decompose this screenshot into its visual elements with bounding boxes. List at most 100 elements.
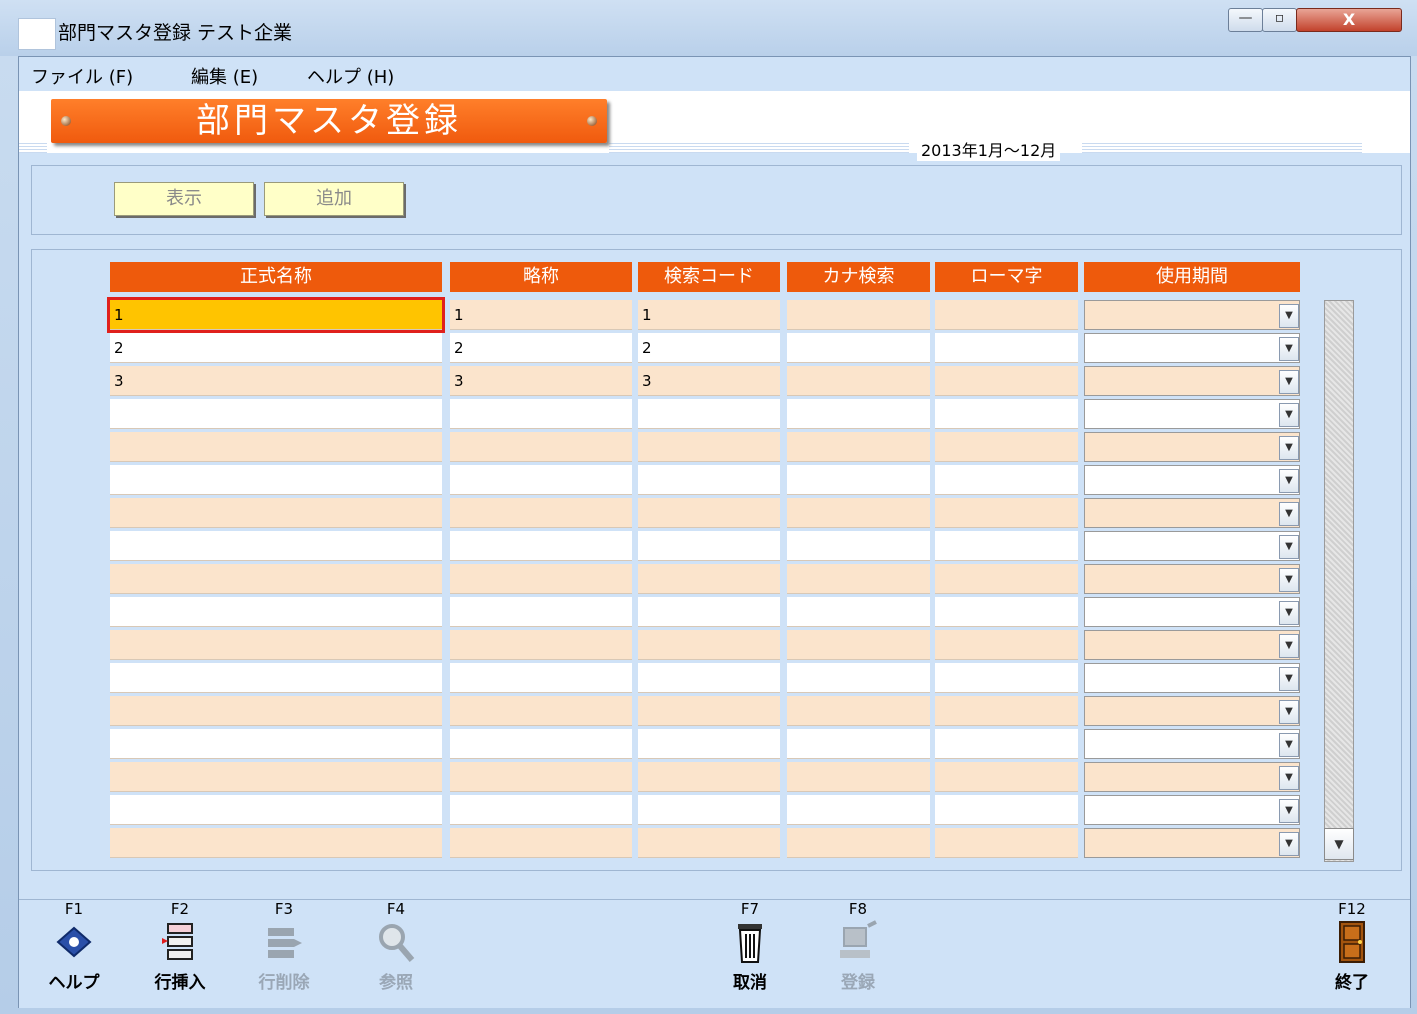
chevron-down-icon[interactable]: ▼ [1279, 766, 1299, 790]
chevron-down-icon[interactable]: ▼ [1279, 502, 1299, 526]
chevron-down-icon[interactable]: ▼ [1279, 667, 1299, 691]
short-name-cell[interactable]: 1 [450, 300, 632, 330]
period-cell[interactable]: ▼ [1084, 696, 1300, 726]
romaji-cell[interactable] [935, 333, 1078, 363]
chevron-down-icon[interactable]: ▼ [1279, 337, 1299, 361]
fkey-f2-button[interactable]: F2 行挿入 [145, 900, 215, 993]
chevron-down-icon[interactable]: ▼ [1279, 634, 1299, 658]
maximize-button[interactable]: ▫ [1262, 8, 1297, 32]
romaji-cell[interactable] [935, 366, 1078, 396]
romaji-cell[interactable] [935, 564, 1078, 594]
period-cell[interactable]: ▼ [1084, 399, 1300, 429]
search-code-cell[interactable] [638, 795, 780, 825]
show-button[interactable]: 表示 [114, 182, 254, 216]
menu-file[interactable]: ファイル (F) [31, 63, 133, 89]
search-code-cell[interactable] [638, 696, 780, 726]
chevron-down-icon[interactable]: ▼ [1279, 436, 1299, 460]
name-cell[interactable]: 3 [110, 366, 442, 396]
kana-cell[interactable] [787, 696, 930, 726]
chevron-down-icon[interactable]: ▼ [1279, 370, 1299, 394]
short-name-cell[interactable] [450, 762, 632, 792]
search-code-cell[interactable] [638, 828, 780, 858]
chevron-down-icon[interactable]: ▼ [1279, 304, 1299, 328]
chevron-down-icon[interactable]: ▼ [1279, 832, 1299, 856]
period-cell[interactable]: ▼ [1084, 300, 1300, 330]
short-name-cell[interactable] [450, 696, 632, 726]
search-code-cell[interactable]: 1 [638, 300, 780, 330]
period-cell[interactable]: ▼ [1084, 828, 1300, 858]
short-name-cell[interactable] [450, 630, 632, 660]
kana-cell[interactable] [787, 399, 930, 429]
fkey-f3-button[interactable]: F3 行削除 [249, 900, 319, 993]
kana-cell[interactable] [787, 366, 930, 396]
name-cell[interactable] [110, 828, 442, 858]
chevron-down-icon[interactable]: ▼ [1279, 601, 1299, 625]
period-cell[interactable]: ▼ [1084, 564, 1300, 594]
name-cell[interactable] [110, 729, 442, 759]
search-code-cell[interactable]: 2 [638, 333, 780, 363]
romaji-cell[interactable] [935, 597, 1078, 627]
search-code-cell[interactable] [638, 498, 780, 528]
kana-cell[interactable] [787, 762, 930, 792]
name-cell[interactable] [110, 399, 442, 429]
chevron-down-icon[interactable]: ▼ [1279, 799, 1299, 823]
romaji-cell[interactable] [935, 630, 1078, 660]
kana-cell[interactable] [787, 828, 930, 858]
chevron-down-icon[interactable]: ▼ [1279, 733, 1299, 757]
period-cell[interactable]: ▼ [1084, 795, 1300, 825]
period-cell[interactable]: ▼ [1084, 663, 1300, 693]
name-cell[interactable]: 2 [110, 333, 442, 363]
short-name-cell[interactable] [450, 729, 632, 759]
fkey-f4-button[interactable]: F4 参照 [361, 900, 431, 993]
kana-cell[interactable] [787, 465, 930, 495]
chevron-down-icon[interactable]: ▼ [1279, 535, 1299, 559]
search-code-cell[interactable] [638, 465, 780, 495]
period-cell[interactable]: ▼ [1084, 432, 1300, 462]
name-cell[interactable]: 1 [107, 297, 445, 333]
kana-cell[interactable] [787, 531, 930, 561]
romaji-cell[interactable] [935, 729, 1078, 759]
kana-cell[interactable] [787, 333, 930, 363]
period-cell[interactable]: ▼ [1084, 630, 1300, 660]
period-cell[interactable]: ▼ [1084, 366, 1300, 396]
search-code-cell[interactable] [638, 729, 780, 759]
chevron-down-icon[interactable]: ▼ [1279, 469, 1299, 493]
romaji-cell[interactable] [935, 300, 1078, 330]
period-cell[interactable]: ▼ [1084, 729, 1300, 759]
minimize-button[interactable]: — [1228, 8, 1263, 32]
search-code-cell[interactable]: 3 [638, 366, 780, 396]
search-code-cell[interactable] [638, 564, 780, 594]
romaji-cell[interactable] [935, 432, 1078, 462]
fkey-f12-button[interactable]: F12 終了 [1317, 900, 1387, 993]
romaji-cell[interactable] [935, 762, 1078, 792]
period-cell[interactable]: ▼ [1084, 465, 1300, 495]
kana-cell[interactable] [787, 597, 930, 627]
period-cell[interactable]: ▼ [1084, 762, 1300, 792]
romaji-cell[interactable] [935, 531, 1078, 561]
chevron-down-icon[interactable]: ▼ [1279, 403, 1299, 427]
kana-cell[interactable] [787, 663, 930, 693]
search-code-cell[interactable] [638, 663, 780, 693]
scroll-down-button[interactable]: ▼ [1324, 828, 1354, 860]
kana-cell[interactable] [787, 300, 930, 330]
name-cell[interactable] [110, 597, 442, 627]
name-cell[interactable] [110, 795, 442, 825]
romaji-cell[interactable] [935, 465, 1078, 495]
name-cell[interactable] [110, 465, 442, 495]
name-cell[interactable] [110, 498, 442, 528]
search-code-cell[interactable] [638, 399, 780, 429]
name-cell[interactable] [110, 630, 442, 660]
name-cell[interactable] [110, 432, 442, 462]
romaji-cell[interactable] [935, 696, 1078, 726]
kana-cell[interactable] [787, 795, 930, 825]
search-code-cell[interactable] [638, 630, 780, 660]
scrollbar-track[interactable] [1324, 300, 1354, 862]
add-button[interactable]: 追加 [264, 182, 404, 216]
name-cell[interactable] [110, 663, 442, 693]
close-button[interactable]: X [1296, 8, 1402, 32]
short-name-cell[interactable] [450, 597, 632, 627]
fkey-f7-button[interactable]: F7 取消 [715, 900, 785, 993]
name-cell[interactable] [110, 531, 442, 561]
period-cell[interactable]: ▼ [1084, 498, 1300, 528]
period-cell[interactable]: ▼ [1084, 333, 1300, 363]
